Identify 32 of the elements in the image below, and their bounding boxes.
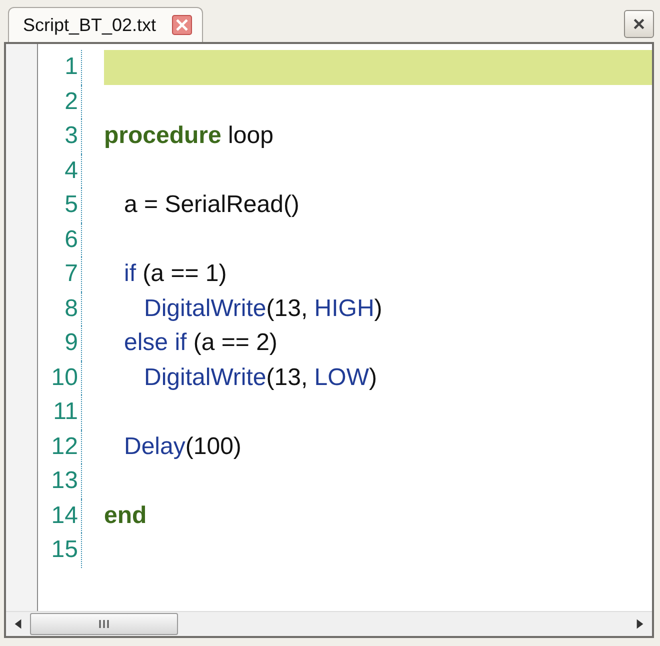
horizontal-scrollbar[interactable] [6, 611, 652, 636]
close-button[interactable] [624, 10, 654, 38]
line-number: 1 [38, 50, 82, 84]
line-number: 13 [38, 464, 82, 498]
line-number: 14 [38, 498, 82, 533]
code-line: procedure loop [104, 122, 274, 150]
code-line: else if (a == 2) [123, 329, 278, 358]
line-number: 12 [38, 430, 82, 464]
grip-icon [98, 619, 110, 629]
close-icon[interactable] [172, 15, 192, 35]
line-number: 9 [38, 326, 82, 360]
code-line: a = SerialRead() [123, 191, 300, 220]
code-line: Delay(100) [123, 432, 242, 461]
line-number: 8 [38, 292, 82, 326]
code-line: DigitalWrite(13, HIGH) [143, 294, 382, 323]
scroll-thumb[interactable] [30, 613, 178, 635]
line-number: 11 [38, 395, 82, 430]
line-number: 7 [38, 257, 82, 292]
code-line: end [104, 502, 147, 530]
code-line: DigitalWrite(13, LOW) [143, 364, 377, 392]
line-number: 10 [38, 360, 82, 395]
line-number: 4 [38, 154, 82, 188]
line-number: 5 [38, 188, 82, 222]
scroll-left-icon[interactable] [14, 618, 22, 630]
line-number: 3 [38, 119, 82, 154]
code-line: if (a == 1) [123, 260, 227, 288]
line-number: 6 [38, 222, 82, 257]
line-number: 2 [38, 84, 82, 119]
line-number: 15 [38, 533, 82, 568]
scroll-right-icon[interactable] [636, 618, 644, 630]
close-icon [632, 17, 646, 31]
file-tab[interactable]: Script_BT_02.txt [8, 7, 204, 42]
